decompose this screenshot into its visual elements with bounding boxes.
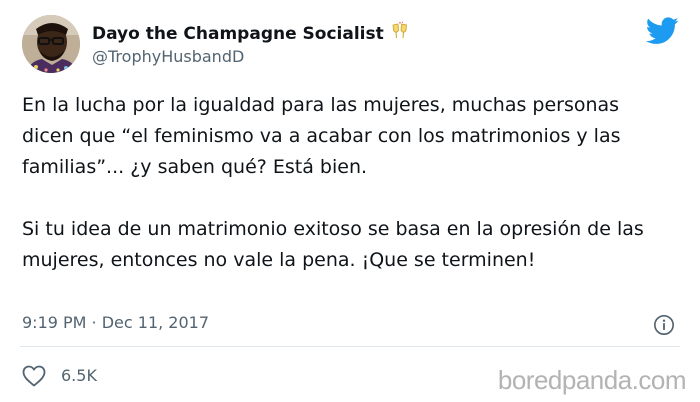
twitter-bird-icon[interactable] bbox=[646, 17, 679, 45]
like-count[interactable]: 6.5K bbox=[61, 366, 97, 385]
tweet-paragraph-1: En la lucha por la igualdad para las muj… bbox=[22, 94, 621, 178]
watermark: boredpanda.com bbox=[497, 365, 687, 395]
tweet-timestamp[interactable]: 9:19 PM · Dec 11, 2017 bbox=[22, 313, 209, 332]
avatar-image bbox=[22, 15, 80, 73]
heart-icon[interactable] bbox=[22, 365, 46, 387]
user-handle[interactable]: @TrophyHusbandD bbox=[92, 47, 244, 66]
avatar[interactable] bbox=[22, 15, 80, 73]
display-name-text: Dayo the Champagne Socialist bbox=[92, 24, 384, 44]
tweet-body: En la lucha por la igualdad para las muj… bbox=[22, 90, 662, 276]
tweet-card: Dayo the Champagne Socialist @TrophyHusb… bbox=[0, 0, 700, 402]
display-name[interactable]: Dayo the Champagne Socialist bbox=[92, 21, 410, 46]
info-icon[interactable] bbox=[653, 314, 675, 336]
tweet-paragraph-2: Si tu idea de un matrimonio exitoso se b… bbox=[22, 218, 644, 271]
divider bbox=[20, 346, 680, 347]
clinking-glasses-icon bbox=[390, 21, 410, 46]
